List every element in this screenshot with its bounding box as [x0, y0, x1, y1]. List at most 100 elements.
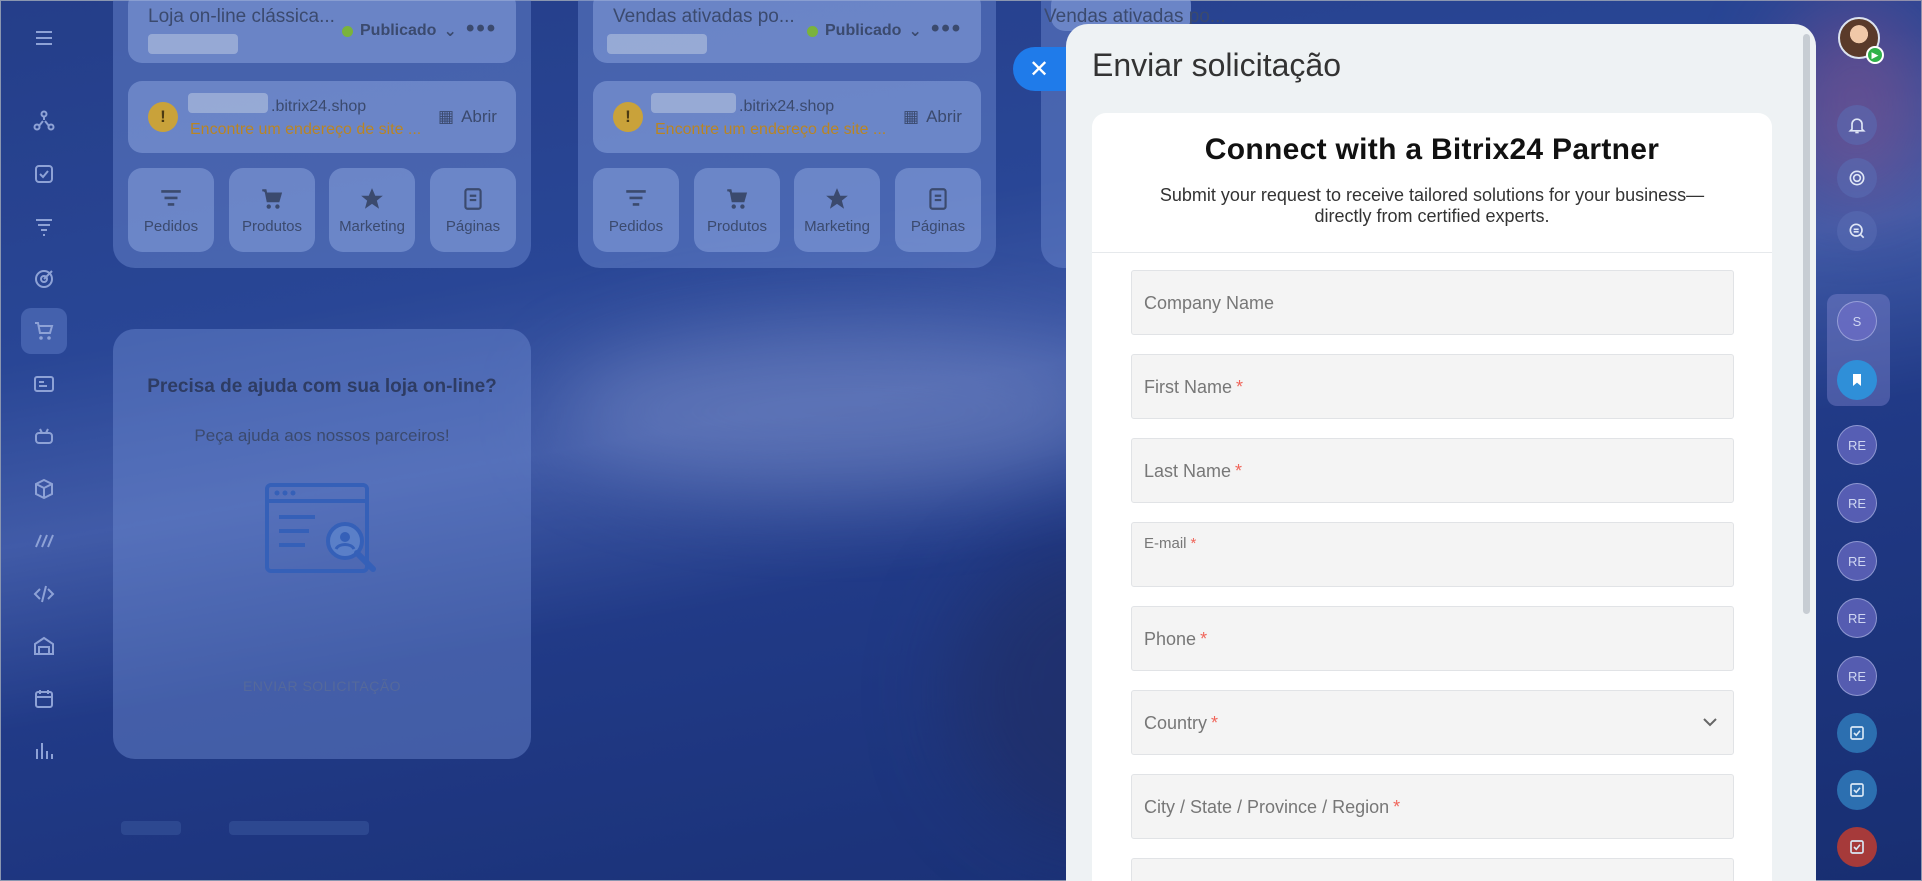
crm-icon[interactable]: [21, 98, 67, 144]
task-check-icon[interactable]: [1837, 713, 1877, 753]
avatar-chat[interactable]: RE: [1837, 656, 1877, 696]
cart-icon: [262, 188, 283, 209]
funnel-icon: [161, 189, 181, 206]
city-region-field[interactable]: City / State / Province / Region *: [1131, 774, 1734, 839]
marketing-stripes-icon[interactable]: [21, 518, 67, 564]
more-options-icon[interactable]: •••: [931, 15, 962, 43]
tile-paginas-1[interactable]: Páginas: [430, 168, 516, 252]
page-icon: [929, 187, 947, 210]
domain-blurred: [651, 93, 736, 113]
status-publicado-1[interactable]: Publicado ⌄: [342, 21, 457, 41]
partner-form: Connect with a Bitrix24 Partner Submit y…: [1092, 113, 1772, 881]
tile-pedidos-2[interactable]: Pedidos: [593, 168, 679, 252]
tile-pedidos-1[interactable]: Pedidos: [128, 168, 214, 252]
send-request-button[interactable]: ENVIAR SOLICITAÇÃO: [113, 678, 531, 694]
star-icon: [361, 187, 383, 209]
field-label: Company Name: [1144, 293, 1275, 313]
tile-label: Pedidos: [143, 217, 199, 235]
task-check-icon[interactable]: [1837, 827, 1877, 867]
phone-field[interactable]: Phone *: [1131, 606, 1734, 671]
calendar-icon[interactable]: [21, 676, 67, 722]
form-header: Connect with a Bitrix24 Partner Submit y…: [1092, 113, 1772, 253]
warning-icon: !: [613, 102, 643, 132]
funnel-icon[interactable]: [21, 204, 67, 250]
bookmark-icon[interactable]: [1837, 360, 1877, 400]
analytics-icon[interactable]: [21, 728, 67, 774]
tile-marketing-1[interactable]: Marketing: [329, 168, 415, 252]
open-button-1[interactable]: ▦ Abrir: [438, 107, 497, 127]
domain-warning-2[interactable]: Encontre um endereço de site ...: [655, 121, 886, 139]
status-dot-icon: [342, 25, 353, 37]
country-select[interactable]: Country *: [1131, 690, 1734, 755]
star-icon: [826, 187, 848, 209]
domain-text-1: .bitrix24.shop: [271, 98, 367, 115]
field-label: Last Name *: [1144, 461, 1243, 481]
target-icon[interactable]: [21, 256, 67, 302]
target-icon[interactable]: [1837, 158, 1877, 198]
chevron-down-icon: ⌄: [443, 23, 457, 40]
tile-label: Marketing: [804, 217, 870, 235]
qr-code-icon: ▦: [903, 107, 920, 126]
menu-icon[interactable]: [21, 15, 67, 61]
avatar-chat[interactable]: RE: [1837, 598, 1877, 638]
tile-label: Marketing: [339, 217, 405, 235]
form-subtitle: Submit your request to receive tailored …: [1159, 185, 1705, 226]
footer-blurred: [229, 821, 369, 835]
warehouse-icon[interactable]: [21, 623, 67, 669]
tasks-icon[interactable]: [21, 151, 67, 197]
tile-label: Produtos: [241, 217, 303, 235]
last-name-field[interactable]: Last Name *: [1131, 438, 1734, 503]
company-name-field[interactable]: Company Name: [1131, 270, 1734, 335]
tile-paginas-2[interactable]: Páginas: [895, 168, 981, 252]
open-label: Abrir: [926, 107, 962, 126]
avatar-chat[interactable]: RE: [1837, 483, 1877, 523]
more-options-icon[interactable]: •••: [466, 15, 497, 43]
status-label: Publicado: [360, 22, 437, 39]
cube-icon[interactable]: [21, 466, 67, 512]
warning-icon: !: [148, 102, 178, 132]
play-status-icon: ▶: [1866, 46, 1884, 64]
status-publicado-2[interactable]: Publicado ⌄: [807, 21, 922, 41]
avatar-chat[interactable]: RE: [1837, 541, 1877, 581]
domain-text-2: .bitrix24.shop: [739, 98, 835, 115]
close-icon: ✕: [1029, 55, 1050, 83]
page-icon: [464, 187, 482, 210]
code-icon[interactable]: [21, 571, 67, 617]
help-subtitle: Peça ajuda aos nossos parceiros!: [194, 426, 450, 445]
field-label: Phone *: [1144, 629, 1208, 649]
request-panel: Enviar solicitação Connect with a Bitrix…: [1066, 24, 1816, 881]
domain-warning-1[interactable]: Encontre um endereço de site ...: [190, 121, 421, 139]
tile-marketing-2[interactable]: Marketing: [794, 168, 880, 252]
avatar-chat[interactable]: RE: [1837, 425, 1877, 465]
first-name-field[interactable]: First Name *: [1131, 354, 1734, 419]
field-label: First Name *: [1144, 377, 1244, 397]
shop-cart-icon[interactable]: [21, 308, 67, 354]
tile-label: Páginas: [910, 217, 966, 235]
avatar-chat[interactable]: S: [1837, 301, 1877, 341]
tile-label: Produtos: [706, 217, 768, 235]
bell-icon[interactable]: [1837, 105, 1877, 145]
contact-card-icon[interactable]: [21, 361, 67, 407]
domain-blurred: [188, 93, 268, 113]
panel-title: Enviar solicitação: [1092, 47, 1341, 83]
store-name-blurred: [607, 34, 707, 54]
store-title-1[interactable]: Loja on-line clássica...: [148, 6, 335, 28]
tile-label: Páginas: [445, 217, 501, 235]
store-name-blurred: [148, 34, 238, 54]
email-field[interactable]: E-mail *: [1131, 522, 1734, 587]
tile-produtos-1[interactable]: Produtos: [229, 168, 315, 252]
next-field-partial[interactable]: [1131, 858, 1734, 881]
bot-icon[interactable]: [21, 413, 67, 459]
help-title: Precisa de ajuda com sua loja on-line?: [147, 376, 497, 397]
close-panel-button[interactable]: ✕: [1013, 47, 1073, 91]
status-label: Publicado: [825, 22, 902, 39]
store-title-2[interactable]: Vendas ativadas po...: [613, 6, 795, 28]
task-check-icon[interactable]: [1837, 770, 1877, 810]
left-navigation: [1, 1, 85, 881]
tile-produtos-2[interactable]: Produtos: [694, 168, 780, 252]
panel-scrollbar[interactable]: [1803, 34, 1810, 614]
field-label: Country *: [1144, 713, 1219, 733]
sync-search-icon[interactable]: [1837, 211, 1877, 251]
open-button-2[interactable]: ▦ Abrir: [903, 107, 962, 127]
cart-icon: [727, 188, 748, 209]
